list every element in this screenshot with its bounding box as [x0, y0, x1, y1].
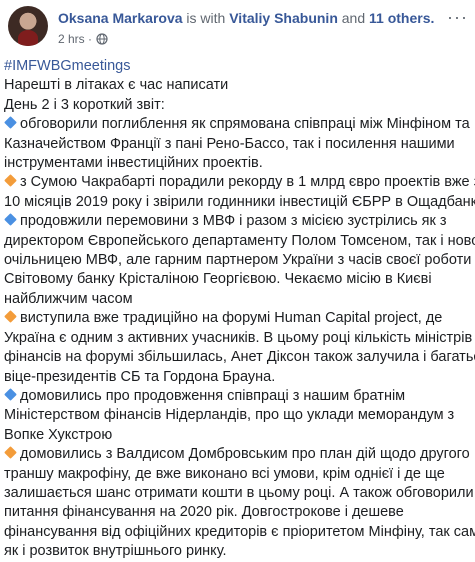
report-line: домовились з Валдисом Домбровським про п… [4, 445, 470, 464]
report-line: продовжили перемовини з МВФ і разом з мі… [4, 212, 470, 231]
intro-line: День 2 і 3 короткий звіт: [4, 96, 165, 113]
report-line-text: віце-президентів СБ та Гордона Брауна. [4, 368, 276, 385]
report-line: директором Європейського департаменту По… [4, 232, 475, 251]
report-line: залишається шанс отримати кошти в цьому … [4, 484, 474, 503]
report-line: Світовому банку Крісталіною Георгієвою. … [4, 270, 470, 289]
report-line-text: продовжили перемовини з МВФ і разом з мі… [20, 213, 447, 230]
report-line-text: Світовому банку Крісталіною Георгієвою. … [4, 271, 432, 288]
report-item: з Сумою Чакрабарті порадили рекорду в 1 … [4, 173, 475, 212]
small-blue-diamond-icon [4, 388, 17, 401]
small-orange-diamond-icon [4, 446, 17, 459]
facebook-post: Oksana Markarova is with Vitaliy Shabuni… [0, 0, 475, 559]
report-line-text: інструментами інвестиційних проектів. [4, 155, 263, 172]
more-options-icon[interactable]: ··· [447, 8, 468, 26]
report-line-text: питання фінансування на 2020 рік. Довгос… [4, 504, 404, 521]
report-line-text: залишається шанс отримати кошти в цьому … [4, 484, 474, 501]
post-body: #IMFWBGmeetings Нарешті в літаках є час … [4, 57, 475, 562]
report-line-text: фінансів на форумі збільшилась, Анет Дік… [4, 349, 475, 366]
author-name[interactable]: Oksana Markarova [58, 10, 183, 26]
report-line: питання фінансування на 2020 рік. Довгос… [4, 503, 470, 522]
others-link[interactable]: 11 others. [369, 10, 434, 26]
report-line: очільницею МВФ, але гарним партнером Укр… [4, 251, 475, 270]
avatar-figure [18, 30, 38, 46]
report-line-text: директором Європейського департаменту По… [4, 232, 475, 249]
report-line: фінансування від офіційних кредиторів є … [4, 523, 475, 542]
report-line-text: виступила вже традиційно на форумі Human… [20, 310, 443, 327]
report-line-text: домовились з Валдисом Домбровським про п… [20, 446, 470, 463]
small-orange-diamond-icon [4, 174, 17, 188]
report-item: домовились з Валдисом Домбровським про п… [4, 445, 475, 561]
report-item: домовились про продовження співпраці з н… [4, 387, 470, 445]
report-line-text: Казначейством Франції з пані Рено-Бассо,… [4, 135, 455, 152]
small-orange-diamond-icon [4, 310, 17, 324]
author-avatar[interactable] [8, 6, 48, 46]
report-items: обговорили поглиблення як спрямована спі… [4, 115, 475, 561]
author-line: Oksana Markarova is with Vitaliy Shabuni… [58, 10, 434, 26]
report-line: Україна є одним з активних учасників. В … [4, 329, 473, 348]
report-line-text: 10 місяців 2019 року і звірили годинники… [4, 193, 475, 210]
report-line: найближчим часом [4, 290, 470, 309]
report-line-text: Україна є одним з активних учасників. В … [4, 329, 473, 346]
report-item: продовжили перемовини з МВФ і разом з мі… [4, 212, 475, 309]
report-line: Казначейством Франції з пані Рено-Бассо,… [4, 135, 470, 154]
report-item: виступила вже традиційно на форумі Human… [4, 309, 475, 387]
timestamp[interactable]: 2 hrs · [58, 32, 92, 46]
report-item: обговорили поглиблення як спрямована спі… [4, 115, 470, 173]
report-line-text: очільницею МВФ, але гарним партнером Укр… [4, 252, 475, 269]
post-header: Oksana Markarova is with Vitaliy Shabuni… [8, 6, 468, 50]
report-line-text: Міністерством фінансів Нідерландів, про … [4, 407, 455, 424]
report-line: віце-президентів СБ та Гордона Брауна. [4, 368, 470, 387]
report-line: інструментами інвестиційних проектів. [4, 154, 470, 173]
hashtag-link[interactable]: #IMFWBGmeetings [4, 57, 470, 76]
intro-line: Нарешті в літаках є час написати [4, 77, 229, 94]
tagged-person[interactable]: Vitaliy Shabunin [229, 10, 338, 26]
report-line: обговорили поглиблення як спрямована спі… [4, 115, 470, 134]
report-line-text: з Сумою Чакрабарті порадили рекорду в 1 … [20, 174, 475, 191]
report-line: з Сумою Чакрабарті порадили рекорду в 1 … [4, 173, 475, 192]
report-line: як і розвиток внутрішнього ринку. [4, 542, 470, 561]
report-line-text: домовились про продовження співпраці з н… [20, 387, 406, 404]
small-blue-diamond-icon [4, 116, 17, 130]
report-line: виступила вже традиційно на форумі Human… [4, 309, 470, 328]
report-line-text: фінансування від офіційних кредиторів є … [4, 523, 475, 540]
small-blue-diamond-icon [4, 213, 17, 227]
report-line: Вопке Хукстрою [4, 426, 470, 445]
report-line: траншу макрофіну, де вже виконано всі ум… [4, 465, 470, 484]
report-line-text: найближчим часом [4, 290, 133, 307]
report-line-text: Вопке Хукстрою [4, 426, 113, 443]
report-line: фінансів на форумі збільшилась, Анет Дік… [4, 348, 475, 367]
post-meta: 2 hrs · [58, 32, 108, 46]
report-line-text: траншу макрофіну, де вже виконано всі ум… [4, 465, 445, 482]
and-text: and [341, 10, 366, 26]
report-line-text: як і розвиток внутрішнього ринку. [4, 543, 227, 560]
report-line-text: обговорили поглиблення як спрямована спі… [20, 116, 470, 133]
report-line: домовились про продовження співпраці з н… [4, 387, 470, 406]
with-text: is with [186, 10, 226, 26]
report-line: Міністерством фінансів Нідерландів, про … [4, 406, 470, 425]
globe-icon [96, 33, 108, 45]
report-line: 10 місяців 2019 року і звірили годинники… [4, 193, 475, 212]
